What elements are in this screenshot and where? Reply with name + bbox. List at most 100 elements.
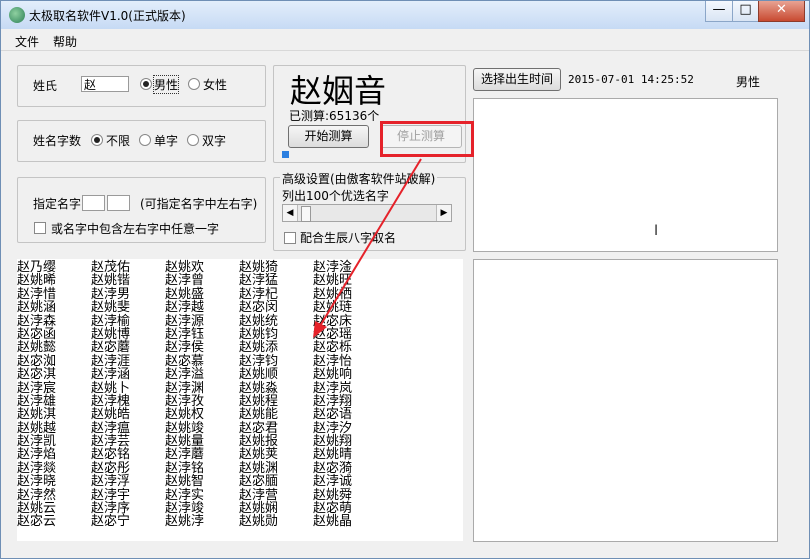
name-item: 赵浡浮 [91, 474, 131, 490]
surname-input[interactable]: 赵 [81, 76, 129, 92]
name-item: 赵浡槐 [91, 393, 131, 409]
name-item: 赵宓慕 [165, 353, 205, 369]
name-item: 赵浡营 [239, 487, 279, 503]
name-item: 赵浡铭 [165, 460, 205, 476]
name-item: 赵浡猛 [239, 273, 279, 289]
name-item: 赵浡男 [91, 286, 131, 302]
double-radio[interactable] [187, 134, 199, 146]
app-window: 太极取名软件V1.0(正式版本) — □ ✕ 文件 帮助 姓氏 赵 男性 女性 … [0, 0, 810, 559]
name-item: 赵姚皓 [91, 407, 131, 423]
female-radio[interactable] [188, 78, 200, 90]
name-item: 赵宓洳 [17, 353, 57, 369]
window-title: 太极取名软件V1.0(正式版本) [29, 9, 186, 23]
info-panel-top[interactable]: Ⅰ [473, 98, 778, 252]
name-item: 赵浡焰 [17, 447, 57, 463]
male-radio[interactable] [140, 78, 152, 90]
name-column-1: 赵乃缨 赵姚晞 赵浡惜 赵姚涵 赵浡森 赵宓函 赵姚懿 赵宓洳 赵宓淇 赵浡宸 赵浡雄 赵姚淇 赵姚越赵… [17, 261, 56, 529]
name-item: 赵浡溢 [165, 367, 205, 383]
text-cursor-icon: Ⅰ [654, 223, 659, 239]
name-item: 赵浡钰 [165, 326, 205, 342]
surname-group: 姓氏 赵 男性 女性 [17, 65, 266, 107]
name-item: 赵姚添 [239, 340, 279, 356]
name-item: 赵姚量 [165, 434, 205, 450]
right-char-input[interactable] [107, 195, 130, 211]
select-birth-time-button[interactable]: 选择出生时间 [473, 68, 561, 91]
name-item: 赵浡源 [165, 313, 205, 329]
name-item: 赵宓语 [313, 407, 353, 423]
any-char-label[interactable]: 或名字中包含左右字中任意一字 [51, 220, 219, 237]
scroll-left-arrow-icon[interactable]: ◀ [283, 205, 298, 221]
unlimited-label[interactable]: 不限 [106, 132, 130, 149]
name-item: 赵浡涵 [91, 367, 131, 383]
name-length-group: 姓名字数 不限 单字 双字 [17, 120, 266, 162]
taiji-app-icon [9, 7, 25, 23]
left-char-input[interactable] [82, 195, 105, 211]
name-item: 赵姚统 [239, 313, 279, 329]
name-item: 赵姚卜 [91, 380, 131, 396]
name-item: 赵姚勋 [239, 514, 279, 530]
name-item: 赵宓蘑 [91, 340, 131, 356]
name-item: 赵浡凯 [17, 434, 57, 450]
name-item: 赵姚浡 [165, 514, 205, 530]
name-item: 赵姚云 [17, 501, 57, 517]
name-item: 赵浡越 [165, 300, 205, 316]
surname-label: 姓氏 [33, 79, 58, 93]
name-item: 赵姚博 [91, 326, 131, 342]
name-item: 赵姚报 [239, 434, 279, 450]
name-item: 赵浡榆 [91, 313, 131, 329]
name-item: 赵姚淇 [17, 407, 57, 423]
name-item: 赵茂佑 [91, 260, 131, 275]
title-bar[interactable]: 太极取名软件V1.0(正式版本) — □ ✕ [1, 1, 809, 29]
name-item: 赵宓函 [17, 326, 57, 342]
menu-bar: 文件 帮助 [1, 30, 809, 51]
name-item: 赵宓萌 [313, 501, 353, 517]
name-item: 赵浡诚 [313, 474, 353, 490]
double-label[interactable]: 双字 [202, 132, 226, 149]
name-item: 赵姚斐 [91, 300, 131, 316]
name-item: 赵姚钧 [239, 326, 279, 342]
single-label[interactable]: 单字 [154, 132, 178, 149]
unlimited-radio[interactable] [91, 134, 103, 146]
name-item: 赵宓君 [239, 420, 279, 436]
single-radio[interactable] [139, 134, 151, 146]
menu-file[interactable]: 文件 [15, 33, 39, 50]
close-button[interactable]: ✕ [758, 1, 805, 22]
female-label[interactable]: 女性 [203, 76, 227, 93]
name-item: 赵浡燚 [17, 460, 57, 476]
name-item: 赵宓腼 [239, 474, 279, 490]
name-item: 赵浡杞 [239, 286, 279, 302]
start-calc-button[interactable]: 开始测算 [288, 125, 369, 148]
name-item: 赵浡晓 [17, 474, 57, 490]
info-panel-bottom[interactable] [473, 259, 778, 542]
name-item: 赵浡森 [17, 313, 57, 329]
name-item: 赵姚顺 [239, 367, 279, 383]
calculated-count: 已测算:65136个 [289, 109, 380, 123]
name-item: 赵宓宁 [91, 514, 131, 530]
name-item: 赵姚舜 [313, 487, 353, 503]
name-item: 赵宓漪 [313, 460, 353, 476]
maximize-button[interactable]: □ [732, 1, 759, 22]
name-item: 赵宓彤 [91, 460, 131, 476]
name-item: 赵浡惜 [17, 286, 57, 302]
any-char-checkbox[interactable] [34, 222, 46, 234]
name-item: 赵浡蘑 [165, 447, 205, 463]
name-item: 赵浡涯 [91, 353, 131, 369]
name-length-label: 姓名字数 [33, 134, 82, 148]
minimize-button[interactable]: — [705, 1, 733, 22]
male-label[interactable]: 男性 [152, 75, 180, 94]
name-item: 赵姚晴 [313, 447, 353, 463]
name-item: 赵姚渊 [239, 460, 279, 476]
name-item: 赵姚荚 [239, 447, 279, 463]
bazi-checkbox[interactable] [284, 232, 296, 244]
name-column-3: 赵姚欢 赵浡曾 赵姚盛 赵浡越 赵浡源 赵浡钰 赵浡侯 赵宓慕 赵浡溢 赵浡渊 赵浡孜 赵姚权 赵姚竣赵… [165, 261, 204, 529]
name-item: 赵浡宇 [91, 487, 131, 503]
name-item: 赵浡汐 [313, 420, 353, 436]
name-item: 赵乃缨 [17, 260, 57, 275]
name-item: 赵浡芸 [91, 434, 131, 450]
name-item: 赵浡翔 [313, 393, 353, 409]
name-item: 赵浡侯 [165, 340, 205, 356]
name-column-4: 赵姚猗 赵浡猛 赵浡杞 赵宓闵 赵姚统 赵姚钧 赵姚添 赵浡钧 赵姚顺 赵姚淼 赵姚程 赵姚能 赵宓君赵… [239, 261, 278, 529]
menu-help[interactable]: 帮助 [53, 33, 77, 50]
birth-datetime: 2015-07-01 14:25:52 [568, 73, 694, 86]
name-item: 赵姚盛 [165, 286, 205, 302]
